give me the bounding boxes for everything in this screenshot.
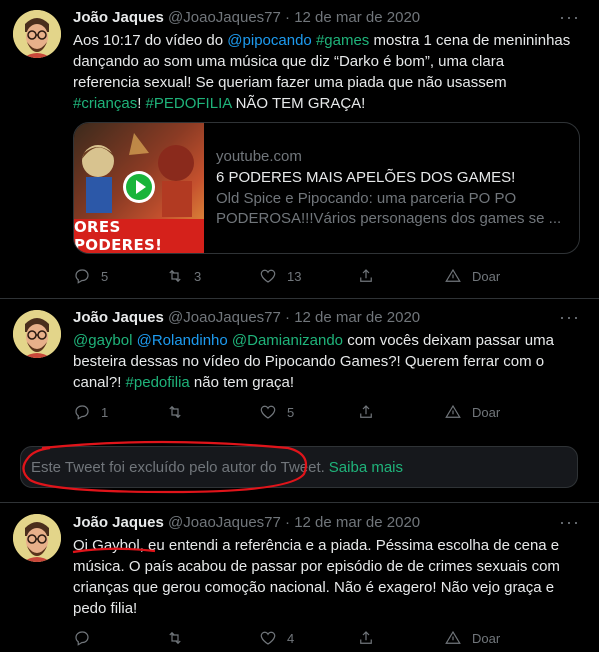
donate-icon: [445, 630, 461, 644]
tweet-actions: 5 3 13 Doar: [73, 266, 513, 286]
retweet-icon: [169, 405, 181, 419]
retweet-button[interactable]: 3: [166, 266, 201, 286]
tweet-header: João Jaques @JoaoJaques77 · 12 de mar de…: [73, 514, 420, 531]
reply-icon: [75, 269, 89, 284]
avatar[interactable]: [13, 514, 61, 562]
tweet-text: Aos 10:17 do vídeo do @pipocando #games …: [73, 30, 573, 114]
reply-icon: [75, 405, 89, 420]
donate-label: Doar: [472, 404, 501, 420]
more-options-icon[interactable]: ···: [559, 513, 579, 535]
like-button[interactable]: 13: [259, 266, 301, 286]
card-info: youtube.com 6 PODERES MAIS APELÕES DOS G…: [216, 147, 566, 229]
tweet-text-segment: !: [137, 95, 146, 112]
card-description: Old Spice e Pipocando: uma parceria PO P…: [216, 190, 562, 227]
heart-icon: [260, 405, 276, 419]
play-icon[interactable]: [123, 171, 155, 203]
author-handle[interactable]: @JoaoJaques77: [168, 514, 281, 531]
card-domain: youtube.com: [216, 148, 302, 165]
author-handle[interactable]: @JoaoJaques77: [168, 309, 281, 326]
link-card[interactable]: ORES PODERES! youtube.com 6 PODERES MAIS…: [73, 122, 580, 254]
hashtag-or-mention-link[interactable]: @gaybol: [73, 332, 132, 349]
author-name[interactable]: João Jaques: [73, 514, 164, 531]
card-title: 6 PODERES MAIS APELÕES DOS GAMES!: [216, 169, 516, 186]
retweet-icon: [169, 269, 181, 283]
author-name[interactable]: João Jaques: [73, 9, 164, 26]
divider: [0, 502, 599, 503]
tweet-1[interactable]: João Jaques @JoaoJaques77 · 12 de mar de…: [0, 0, 599, 298]
donate-label: Doar: [472, 630, 501, 646]
avatar-caricature-icon: [13, 10, 61, 58]
separator: ·: [285, 9, 291, 26]
reply-button[interactable]: 1: [73, 402, 108, 422]
donate-label: Doar: [472, 268, 501, 284]
tweet-3[interactable]: João Jaques @JoaoJaques77 · 12 de mar de…: [0, 502, 599, 652]
share-icon: [360, 405, 372, 418]
donate-icon: [445, 404, 461, 418]
avatar[interactable]: [13, 310, 61, 358]
more-options-icon[interactable]: ···: [559, 8, 579, 30]
like-count: 13: [287, 268, 302, 284]
like-button[interactable]: 4: [259, 628, 294, 648]
hashtag-or-mention-link[interactable]: @Damianizando: [232, 332, 343, 349]
thumbnail-banner: ORES PODERES!: [74, 218, 204, 253]
hashtag-or-mention-link[interactable]: #PEDOFILIA: [146, 95, 232, 112]
hashtag-or-mention-link[interactable]: #pedofilia: [126, 374, 190, 391]
tweet-text-segment: não tem graça!: [189, 374, 294, 391]
share-icon: [360, 269, 372, 282]
like-count: 4: [287, 630, 295, 646]
share-button[interactable]: [357, 628, 375, 648]
like-button[interactable]: 5: [259, 402, 294, 422]
tweet-text-segment: Oi Gaybol, eu entendi a referência e a p…: [73, 537, 560, 617]
deleted-tweet-notice: Este Tweet foi excluído pelo autor do Tw…: [20, 446, 578, 488]
tweet-2[interactable]: João Jaques @JoaoJaques77 · 12 de mar de…: [0, 298, 599, 434]
tweet-date[interactable]: 12 de mar de 2020: [294, 9, 420, 26]
donate-button[interactable]: Doar: [444, 628, 500, 648]
share-icon: [360, 631, 372, 644]
retweet-button[interactable]: [166, 402, 194, 422]
deleted-notice-text: Este Tweet foi excluído pelo autor do Tw…: [31, 458, 325, 476]
tweet-actions: 1 5 Doar: [73, 402, 513, 422]
avatar[interactable]: [13, 10, 61, 58]
avatar-caricature-icon: [13, 514, 61, 562]
mention-link[interactable]: @pipocando: [227, 32, 311, 49]
author-name[interactable]: João Jaques: [73, 309, 164, 326]
tweet-header: João Jaques @JoaoJaques77 · 12 de mar de…: [73, 309, 420, 326]
mention-link[interactable]: @Rolandinho: [137, 332, 228, 349]
learn-more-link[interactable]: Saiba mais: [329, 459, 403, 476]
reply-icon: [75, 631, 89, 646]
retweet-count: 3: [194, 268, 202, 284]
tweet-header: João Jaques @JoaoJaques77 · 12 de mar de…: [73, 9, 420, 26]
tweet-text-segment: Aos 10:17 do vídeo do: [73, 32, 228, 49]
avatar-caricature-icon: [13, 310, 61, 358]
card-thumbnail: ORES PODERES!: [74, 123, 204, 253]
tweet-text: Oi Gaybol, eu entendi a referência e a p…: [73, 535, 573, 619]
donate-icon: [445, 268, 461, 282]
retweet-icon: [169, 631, 181, 645]
share-button[interactable]: [357, 266, 375, 286]
more-options-icon[interactable]: ···: [559, 308, 579, 330]
reply-count: 1: [101, 404, 109, 420]
tweet-date[interactable]: 12 de mar de 2020: [294, 514, 420, 531]
author-handle[interactable]: @JoaoJaques77: [168, 9, 281, 26]
tweet-date[interactable]: 12 de mar de 2020: [294, 309, 420, 326]
tweet-text-segment: NÃO TEM GRAÇA!: [231, 95, 366, 112]
retweet-button[interactable]: [166, 628, 194, 648]
hashtag-or-mention-link[interactable]: #games: [316, 32, 369, 49]
like-count: 5: [287, 404, 295, 420]
separator: ·: [285, 514, 291, 531]
reply-button[interactable]: 5: [73, 266, 108, 286]
tweet-text: @gaybol @Rolandinho @Damianizando com vo…: [73, 330, 573, 393]
donate-button[interactable]: Doar: [444, 402, 500, 422]
separator: ·: [285, 309, 291, 326]
share-button[interactable]: [357, 402, 375, 422]
reply-count: 5: [101, 268, 109, 284]
tweet-actions: 4 Doar: [73, 628, 513, 648]
hashtag-or-mention-link[interactable]: #crianças: [73, 95, 137, 112]
reply-button[interactable]: [73, 628, 101, 648]
heart-icon: [260, 631, 276, 645]
heart-icon: [260, 269, 276, 283]
donate-button[interactable]: Doar: [444, 266, 500, 286]
